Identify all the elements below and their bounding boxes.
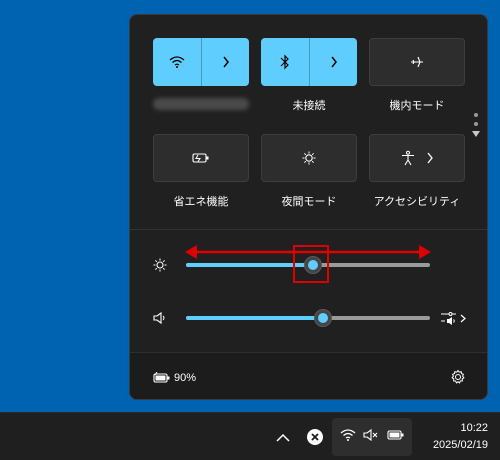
quick-settings-footer: 90% (130, 352, 487, 399)
volume-slider-thumb[interactable] (313, 309, 332, 327)
volume-slider-fill (186, 316, 323, 320)
bluetooth-toggle[interactable] (261, 38, 309, 86)
wifi-toggle[interactable] (153, 38, 201, 86)
bluetooth-icon (280, 54, 290, 70)
battery-icon (386, 428, 405, 446)
battery-saver-label: 省エネ機能 (173, 196, 229, 208)
wifi-icon (169, 55, 185, 69)
night-light-tile[interactable] (261, 134, 357, 182)
volume-muted-icon (363, 428, 379, 447)
wifi-tile[interactable] (153, 38, 249, 86)
panel-divider (130, 229, 487, 230)
wifi-network-name-blurred (153, 98, 249, 110)
taskbar-clock[interactable]: 10:22 2025/02/19 (433, 420, 488, 454)
chevron-up-icon (276, 430, 290, 447)
sound-output-button[interactable] (440, 310, 468, 331)
page-dot (474, 122, 478, 126)
tile-page-indicator[interactable] (472, 113, 480, 137)
airplane-icon (409, 54, 425, 70)
annotation-highlight-box (293, 245, 329, 283)
gear-icon (450, 369, 466, 389)
battery-saver-icon (192, 152, 210, 164)
bluetooth-tile[interactable] (261, 38, 357, 86)
bluetooth-expand-button[interactable] (309, 38, 357, 86)
quick-settings-tray-button[interactable] (332, 418, 412, 456)
accessibility-tile[interactable] (369, 134, 465, 182)
chevron-right-icon (222, 56, 230, 68)
page-dot (474, 113, 478, 117)
volume-slider-row (130, 305, 487, 331)
wifi-expand-button[interactable] (201, 38, 249, 86)
accessibility-label: アクセシビリティ (373, 196, 461, 208)
show-hidden-icons-button[interactable] (276, 430, 290, 448)
clock-time: 10:22 (460, 422, 488, 434)
close-circle-icon (306, 429, 324, 450)
night-light-icon (301, 150, 317, 166)
volume-slider[interactable] (186, 316, 430, 320)
airplane-mode-label: 機内モード (389, 100, 445, 112)
brightness-icon (152, 257, 168, 278)
quick-settings-panel: 未接続 機内モード 省エネ機能 夜間モード アクセシビリティ 90% (129, 14, 488, 400)
accessibility-icon (400, 150, 416, 166)
bluetooth-tile-label: 未接続 (292, 100, 326, 112)
battery-percentage: 90% (174, 372, 197, 384)
quick-settings-tiles: 未接続 機内モード 省エネ機能 夜間モード アクセシビリティ (130, 15, 487, 229)
taskbar: 10:22 2025/02/19 (0, 412, 500, 460)
clock-date: 2025/02/19 (432, 439, 488, 451)
sound-output-icon (440, 312, 468, 330)
night-light-label: 夜間モード (281, 196, 337, 208)
wifi-icon (340, 428, 356, 447)
chevron-right-icon (426, 152, 434, 164)
tray-app-button[interactable] (306, 428, 324, 451)
page-down-arrow-icon[interactable] (472, 131, 480, 137)
battery-saver-tile[interactable] (153, 134, 249, 182)
battery-icon[interactable] (153, 371, 171, 389)
airplane-mode-tile[interactable] (369, 38, 465, 86)
chevron-right-icon (330, 56, 338, 68)
speaker-icon[interactable] (152, 310, 168, 331)
settings-button[interactable] (450, 369, 466, 390)
